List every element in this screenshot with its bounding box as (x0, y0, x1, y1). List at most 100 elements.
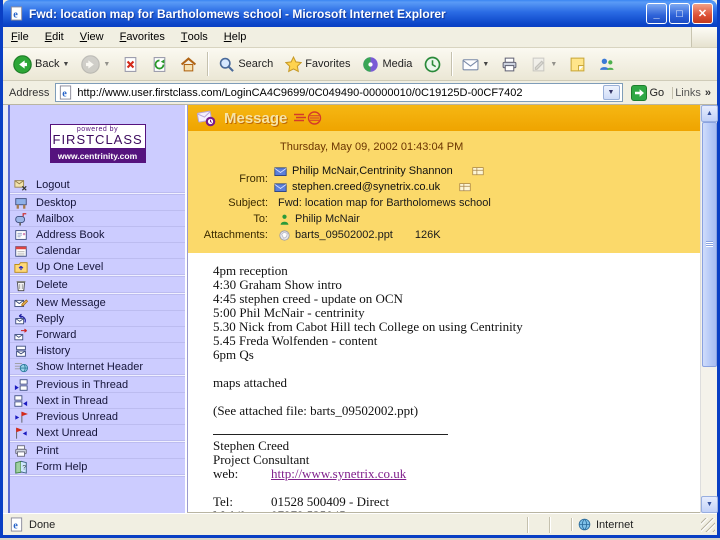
sidebar-item-label: Print (36, 444, 59, 457)
sidebar-item-print[interactable]: Print (10, 443, 185, 459)
message-header-band: Message (188, 105, 700, 131)
sidebar-item-label: History (36, 344, 71, 357)
print-icon (501, 56, 518, 73)
reply-icon (14, 312, 28, 326)
address-label: Address (9, 86, 50, 99)
maximize-button[interactable]: □ (669, 3, 690, 24)
message-header-title: Message (224, 109, 288, 127)
print-side-icon (14, 444, 28, 458)
stop-button[interactable] (116, 52, 145, 77)
messenger-icon (598, 56, 615, 73)
from-row: Philip McNair,Centrinity Shannon (274, 163, 484, 179)
menu-favorites[interactable]: Favorites (112, 27, 173, 47)
attachment-name[interactable]: barts_09502002.ppt (295, 229, 393, 241)
menu-file[interactable]: File (3, 27, 37, 47)
sidebar-item-label: Next Unread (36, 426, 98, 439)
from-value[interactable]: Philip McNair,Centrinity Shannon (292, 165, 453, 177)
sidebar-item-desktop[interactable]: Desktop (10, 195, 185, 211)
blue-envelope-icon (274, 165, 287, 178)
menu-edit[interactable]: Edit (37, 27, 72, 47)
form-help-icon: ? (14, 460, 28, 474)
search-label: Search (238, 58, 274, 70)
home-button[interactable] (174, 52, 203, 77)
sidebar-item-previous-unread[interactable]: Previous Unread (10, 409, 185, 425)
sidebar-item-mailbox[interactable]: Mailbox (10, 211, 185, 227)
links-bar[interactable]: Links » (672, 86, 713, 99)
card-icon (459, 181, 471, 193)
body-line: 6pm Qs (213, 347, 254, 362)
address-input[interactable]: e http://www.user.firstclass.com/LoginCA… (55, 83, 623, 102)
sidebar-item-form-help[interactable]: ? Form Help (10, 459, 185, 475)
up-one-level-icon (14, 260, 28, 274)
notes-button[interactable] (563, 52, 592, 77)
address-url: http://www.user.firstclass.com/LoginCA4C… (77, 86, 523, 99)
tel-label: Tel: (213, 494, 234, 509)
firstclass-logo[interactable]: powered by FIRSTCLASS www.centrinity.com (49, 124, 146, 163)
scroll-down-button[interactable]: ▼ (701, 496, 718, 513)
mail-button[interactable]: ▼ (456, 52, 495, 77)
address-dropdown-button[interactable]: ▼ (602, 85, 620, 100)
sidebar-item-label: Logout (36, 178, 70, 191)
sidebar-item-delete[interactable]: Delete (10, 277, 185, 293)
message-info-panel: Thursday, May 09, 2002 01:43:04 PM From:… (188, 131, 700, 253)
sidebar-item-forward[interactable]: Forward (10, 327, 185, 343)
sidebar-item-up-one-level[interactable]: Up One Level (10, 259, 185, 275)
sidebar-item-label: Up One Level (36, 260, 104, 273)
sidebar-item-reply[interactable]: Reply (10, 311, 185, 327)
web-link[interactable]: http://www.synetrix.co.uk (271, 467, 406, 481)
sidebar-item-logout[interactable]: Logout (10, 177, 185, 193)
sidebar-item-label: Previous in Thread (36, 378, 129, 391)
menu-view[interactable]: View (72, 27, 112, 47)
from-value[interactable]: stephen.creed@synetrix.co.uk (292, 181, 440, 193)
body-line (213, 362, 690, 376)
tel-value: 01528 500409 - Direct (271, 494, 390, 509)
sidebar-item-next-unread[interactable]: Next Unread (10, 425, 185, 441)
print-button[interactable] (495, 52, 524, 77)
scrollbar-thumb[interactable] (702, 122, 717, 367)
sidebar-item-label: Delete (36, 278, 68, 291)
subject-label: Subject: (228, 197, 268, 209)
close-button[interactable]: ✕ (692, 3, 713, 24)
sidebar-item-previous-in-thread[interactable]: Previous in Thread (10, 377, 185, 393)
body-line: maps attached (213, 375, 287, 390)
scroll-up-button[interactable]: ▲ (701, 105, 718, 122)
from-values: Philip McNair,Centrinity Shannon stephen.… (274, 163, 484, 195)
media-button[interactable]: Media (356, 52, 418, 77)
attachment-file-icon (278, 229, 291, 242)
title-bar: e Fwd: location map for Bartholomews sch… (3, 0, 717, 27)
sidebar-item-label: Form Help (36, 460, 88, 473)
edit-button[interactable]: ▼ (524, 52, 563, 77)
minimize-button[interactable]: _ (646, 3, 667, 24)
forward-button[interactable]: ▼ (75, 51, 116, 78)
vertical-scrollbar[interactable]: ▲ ▼ (700, 105, 718, 513)
favorites-button[interactable]: Favorites (279, 52, 356, 77)
sidebar-item-show-internet-header[interactable]: Show Internet Header (10, 359, 185, 375)
media-label: Media (382, 58, 413, 70)
back-button[interactable]: Back ▼ (7, 51, 75, 78)
go-button[interactable]: Go (627, 84, 669, 102)
forward-icon (81, 54, 101, 74)
chevron-down-icon[interactable]: ▼ (103, 61, 110, 68)
resize-grip[interactable] (701, 517, 715, 532)
history-msg-icon (14, 344, 28, 358)
chevron-right-icon[interactable]: » (705, 87, 711, 99)
sidebar-item-history[interactable]: History (10, 343, 185, 359)
to-value: Philip McNair (295, 213, 360, 225)
history-button[interactable] (418, 52, 447, 77)
sidebar-item-address-book[interactable]: Address Book (10, 227, 185, 243)
forward-msg-icon (14, 328, 28, 342)
ie-page-icon: e (9, 6, 24, 21)
chevron-down-icon[interactable]: ▼ (482, 61, 489, 68)
sidebar-item-next-in-thread[interactable]: Next in Thread (10, 393, 185, 409)
refresh-button[interactable] (145, 52, 174, 77)
sidebar-item-calendar[interactable]: Calendar (10, 243, 185, 259)
new-message-icon (14, 296, 28, 310)
menu-help[interactable]: Help (216, 27, 255, 47)
chevron-down-icon[interactable]: ▼ (550, 61, 557, 68)
messenger-button[interactable] (592, 52, 621, 77)
search-button[interactable]: Search (212, 52, 279, 77)
chevron-down-icon[interactable]: ▼ (62, 61, 69, 68)
sidebar-item-new-message[interactable]: New Message (10, 295, 185, 311)
svg-text:?: ? (22, 464, 26, 471)
menu-tools[interactable]: Tools (173, 27, 216, 47)
